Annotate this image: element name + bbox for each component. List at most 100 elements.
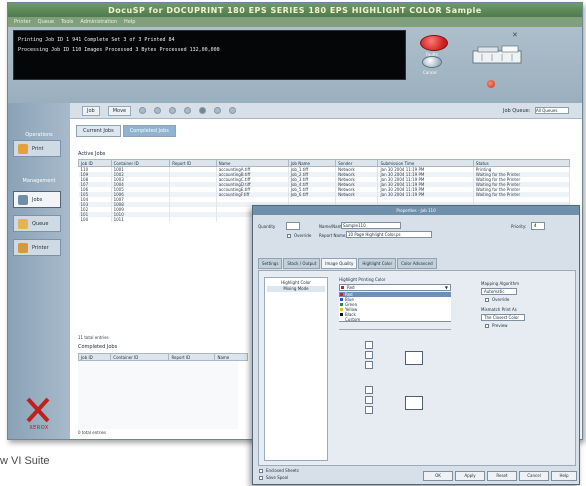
dialog-body: Highlight Color Mixing Mode Highlight Pr… <box>258 270 576 466</box>
column-header[interactable]: Report ID <box>168 353 216 361</box>
queue-filter-label: Job Queue: <box>502 108 531 114</box>
level-box[interactable] <box>365 361 373 369</box>
mapping-override-checkbox[interactable] <box>485 298 489 302</box>
sidebar-item-printer[interactable]: Printer <box>13 239 61 256</box>
mismatch-print-as-label: Mismatch Print As <box>481 307 517 312</box>
report-name-field[interactable]: 10 Page Highlight Color.ps <box>346 231 432 238</box>
cancel-print-button[interactable] <box>422 56 442 68</box>
save-spool-label: Save Spool <box>266 475 289 480</box>
highlight-color-value: Red <box>347 285 355 290</box>
column-header[interactable]: Name <box>214 353 248 361</box>
column-header[interactable]: Container ID <box>110 159 171 167</box>
tab-settings[interactable]: Settings <box>258 258 283 269</box>
panel-close-icon[interactable]: ✕ <box>512 31 518 39</box>
enclosed-sheets-checkbox[interactable] <box>259 469 263 473</box>
completed-jobs-list <box>78 361 238 429</box>
printer-control-panel: Faults Cancel ✕ <box>408 29 578 101</box>
priority-stepper[interactable]: 4 <box>531 222 545 230</box>
list-item[interactable]: Mixing Mode <box>267 286 325 292</box>
level-box[interactable] <box>365 341 373 349</box>
menu-printer[interactable]: Printer <box>14 19 31 25</box>
level-box[interactable] <box>365 386 373 394</box>
column-header[interactable]: Sender <box>335 159 379 167</box>
override-checkbox[interactable] <box>287 234 291 238</box>
delete-icon[interactable] <box>169 107 177 114</box>
mapping-override-label: Override <box>492 297 510 302</box>
color-preview-box <box>405 396 423 410</box>
tab-image-quality[interactable]: Image Quality <box>321 258 358 269</box>
enclosed-sheets-label: Enclosed Sheets <box>266 468 299 473</box>
help-button[interactable]: Help <box>551 471 577 481</box>
sidebar: Operations Print Management Jobs Queue P… <box>8 103 70 439</box>
column-header[interactable]: Submission Time <box>377 159 474 167</box>
sidebar-item-queue[interactable]: Queue <box>13 215 61 232</box>
apply-button[interactable]: Apply <box>455 471 485 481</box>
column-header[interactable]: Container ID <box>110 353 170 361</box>
menu-help[interactable]: Help <box>124 19 135 25</box>
color-option-custom[interactable]: Custom <box>339 317 451 322</box>
priority-label: Priority: <box>511 224 527 229</box>
tab-highlight-color[interactable]: Highlight Color <box>358 258 397 269</box>
quantity-stepper[interactable] <box>286 222 300 230</box>
table-cell <box>169 217 217 222</box>
green-swatch-icon <box>340 303 343 306</box>
ok-button[interactable]: OK <box>423 471 453 481</box>
queue-icon <box>18 218 28 229</box>
color-option-label: Custom <box>345 317 361 322</box>
column-header[interactable]: Report ID <box>169 159 217 167</box>
column-header[interactable]: Job ID <box>77 353 112 361</box>
refresh-icon[interactable] <box>199 107 207 114</box>
faults-button[interactable] <box>420 35 448 51</box>
cancel-button[interactable]: Cancel <box>519 471 549 481</box>
mapping-algorithm-label: Mapping Algorithm <box>481 281 520 286</box>
column-header[interactable]: Name <box>215 159 289 167</box>
job-menu-button[interactable]: Job <box>82 105 100 116</box>
hold-icon[interactable] <box>139 107 147 114</box>
preview-checkbox[interactable] <box>485 324 489 328</box>
sidebar-item-print[interactable]: Print <box>13 140 61 157</box>
sidebar-item-label: Queue <box>32 220 49 227</box>
dialog-title[interactable]: Properties - Job 110 <box>253 206 579 215</box>
column-header[interactable]: Job ID <box>78 159 112 167</box>
save-spool-checkbox[interactable] <box>259 476 263 480</box>
sidebar-item-jobs[interactable]: Jobs <box>13 191 61 208</box>
highlight-list-header: Highlight Color <box>281 280 311 285</box>
print-now-icon[interactable] <box>229 107 237 114</box>
level-box[interactable] <box>365 396 373 404</box>
tab-current-jobs[interactable]: Current Jobs <box>76 125 121 137</box>
status-light-icon <box>487 80 495 88</box>
release-icon[interactable] <box>154 107 162 114</box>
level-box[interactable] <box>365 351 373 359</box>
print-icon <box>18 143 28 154</box>
queue-filter-select[interactable]: All Queues <box>535 107 569 114</box>
queue-filter: Job Queue: All Queues <box>503 107 569 114</box>
sidebar-section-operations: Operations <box>25 131 53 138</box>
table-header-row: Job ID Container ID Report ID Name Job Name S… <box>78 159 571 167</box>
figure-caption: w VI Suite <box>0 455 50 467</box>
menu-administration[interactable]: Administration <box>80 19 117 25</box>
highlight-color-dropdown[interactable]: Red ▼ <box>339 284 451 291</box>
tab-completed-jobs[interactable]: Completed Jobs <box>122 125 176 137</box>
menu-tools[interactable]: Tools <box>61 19 73 25</box>
level-box[interactable] <box>365 406 373 414</box>
cancel-label: Cancel <box>423 70 437 75</box>
menu-queue[interactable]: Queue <box>38 19 54 25</box>
promote-icon[interactable] <box>214 107 222 114</box>
properties-icon[interactable] <box>184 107 192 114</box>
table-header-row: Job ID Container ID Report ID Name <box>77 353 248 361</box>
mapping-algorithm-dropdown[interactable]: Automatic <box>481 288 517 295</box>
name-field[interactable]: Sample110 <box>341 222 401 229</box>
job-properties-dialog: Properties - Job 110 Quantity Override N… <box>252 205 580 485</box>
reset-button[interactable]: Reset <box>487 471 517 481</box>
tab-color-advanced[interactable]: Color Advanced <box>397 258 437 269</box>
color-preview-box <box>405 351 423 365</box>
window-titlebar[interactable]: DocuSP for DOCUPRINT 180 EPS SERIES 180 … <box>8 3 582 17</box>
active-jobs-count: 11 total entries <box>78 335 109 340</box>
mismatch-print-as-dropdown[interactable]: The Closest Color <box>481 314 525 321</box>
red-swatch-icon <box>340 293 343 296</box>
column-header[interactable]: Job Name <box>287 159 337 167</box>
screenshot-stage: DocuSP for DOCUPRINT 180 EPS SERIES 180 … <box>0 0 586 486</box>
tab-stock-output[interactable]: Stock / Output <box>283 258 321 269</box>
move-button[interactable]: Move <box>107 105 132 116</box>
column-header[interactable]: Status <box>472 159 571 167</box>
